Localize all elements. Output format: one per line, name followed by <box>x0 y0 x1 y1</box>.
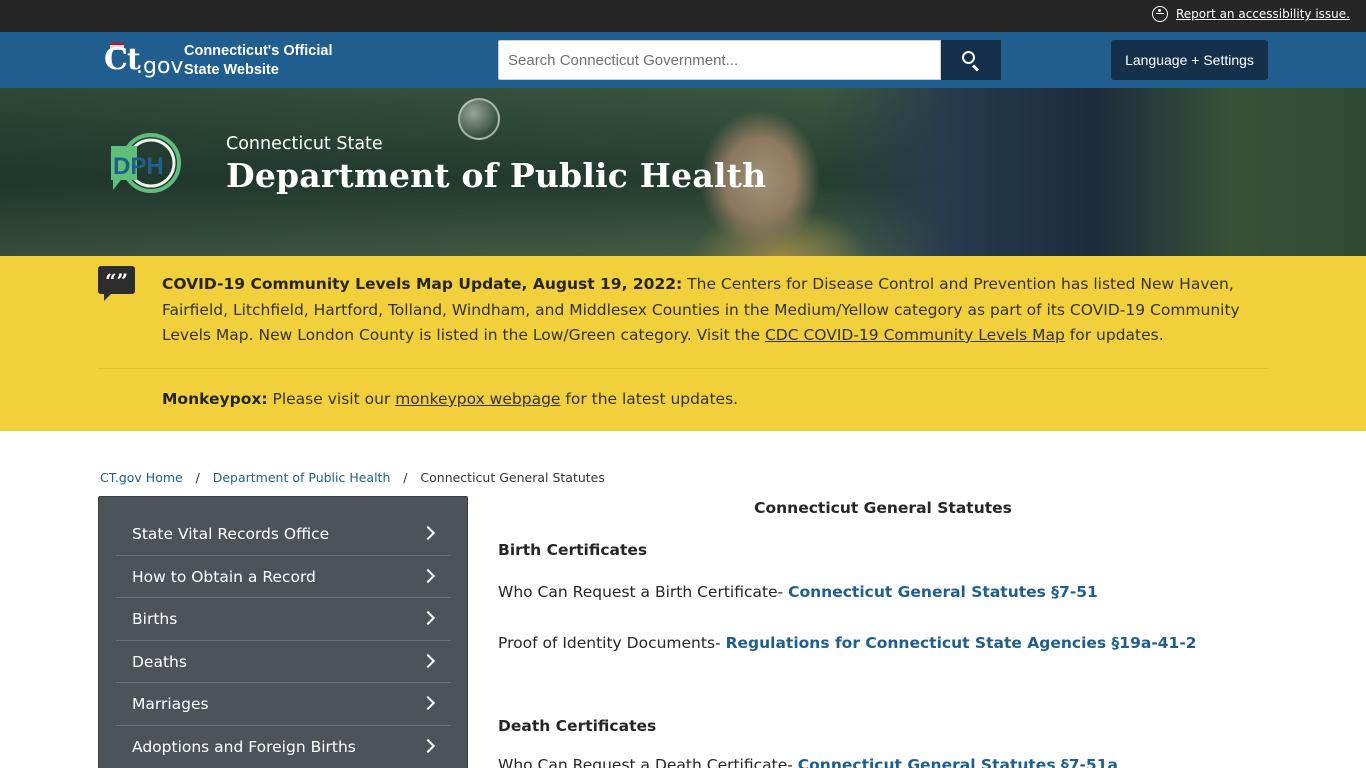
site-name-line2: State Website <box>184 62 279 78</box>
hero-banner: DPH Connecticut State Department of Publ… <box>0 88 1366 256</box>
site-name-line1: Connecticut's Official <box>184 43 333 59</box>
quote-icon: “” <box>98 266 135 301</box>
statute-7-51a-link[interactable]: Connecticut General Statutes §7-51a <box>798 756 1118 768</box>
monkeypox-label: Monkeypox: <box>162 390 268 408</box>
accessibility-report-link[interactable]: Report an accessibility issue. <box>1151 6 1350 22</box>
breadcrumb-separator: / <box>403 470 408 485</box>
monkeypox-body: Please visit our <box>267 390 396 408</box>
sidebar-item-label: Adoptions and Foreign Births <box>132 737 356 756</box>
site-name[interactable]: Connecticut's Official State Website <box>184 42 332 80</box>
sidebar-item-label: State Vital Records Office <box>132 525 330 543</box>
sidebar-list: State Vital Records Office How to Obtain… <box>116 513 451 768</box>
sidebar-item-deaths[interactable]: Deaths <box>116 641 451 684</box>
monkeypox-alert: Monkeypox: Please visit our monkeypox we… <box>162 390 738 408</box>
utility-bar: Report an accessibility issue. <box>0 0 1366 32</box>
monkeypox-webpage-link[interactable]: monkeypox webpage <box>395 390 560 408</box>
page-title: Connecticut General Statutes <box>754 499 1012 517</box>
chevron-right-icon <box>420 738 436 754</box>
regulation-19a-41-2-link[interactable]: Regulations for Connecticut State Agenci… <box>726 634 1197 652</box>
alert-banner: “” COVID-19 Community Levels Map Update,… <box>0 256 1366 431</box>
breadcrumb-department-link[interactable]: Department of Public Health <box>213 470 391 485</box>
death-request-line: Who Can Request a Death Certificate- Con… <box>498 756 1118 768</box>
covid-alert-headline: COVID-19 Community Levels Map Update, Au… <box>162 275 683 293</box>
accessibility-icon <box>1151 6 1168 22</box>
accessibility-link-label: Report an accessibility issue. <box>1175 7 1350 21</box>
death-request-text: Who Can Request a Death Certificate- <box>498 756 798 768</box>
sidebar-item-label: How to Obtain a Record <box>132 567 316 586</box>
breadcrumb-separator: / <box>195 470 200 485</box>
birth-request-text: Who Can Request a Birth Certificate- <box>498 583 789 601</box>
covid-alert: COVID-19 Community Levels Map Update, Au… <box>162 272 1266 349</box>
sidebar-item-adoptions-and-foreign-births[interactable]: Adoptions and Foreign Births <box>116 726 451 768</box>
chevron-right-icon <box>420 696 436 711</box>
sidebar-item-state-vital-records-office[interactable]: State Vital Records Office <box>116 513 451 556</box>
sidebar-item-label: Births <box>132 610 178 629</box>
search-input[interactable] <box>498 40 941 80</box>
hero-title[interactable]: Department of Public Health <box>226 156 766 195</box>
ct-gov-logo[interactable]: Ct .gov <box>104 40 183 80</box>
site-header: Ct .gov Connecticut's Official State Web… <box>0 32 1366 88</box>
sidebar-nav: State Vital Records Office How to Obtain… <box>98 496 468 768</box>
breadcrumb-home-link[interactable]: CT.gov Home <box>100 470 183 485</box>
logo-ct-text: Ct <box>104 42 141 77</box>
sidebar-item-marriages[interactable]: Marriages <box>116 683 451 726</box>
identity-documents-text: Proof of Identity Documents- <box>498 634 726 652</box>
birth-certificates-heading: Birth Certificates <box>498 541 648 559</box>
breadcrumb-current: Connecticut General Statutes <box>420 470 605 485</box>
sidebar-item-label: Deaths <box>132 652 187 671</box>
sidebar-item-how-to-obtain-a-record[interactable]: How to Obtain a Record <box>116 556 451 599</box>
language-settings-button[interactable]: Language + Settings <box>1111 40 1268 80</box>
search-icon <box>962 51 975 64</box>
alert-divider <box>98 368 1268 369</box>
covid-alert-tail: for updates. <box>1064 326 1164 344</box>
search-button[interactable] <box>941 40 1001 80</box>
birth-request-line: Who Can Request a Birth Certificate- Con… <box>498 583 1098 601</box>
hero-subtitle: Connecticut State <box>226 134 383 154</box>
monkeypox-tail: for the latest updates. <box>560 390 739 408</box>
sidebar-item-births[interactable]: Births <box>116 598 451 641</box>
cdc-levels-map-link[interactable]: CDC COVID-19 Community Levels Map <box>765 326 1065 344</box>
chevron-right-icon <box>420 525 436 541</box>
dph-logo-icon[interactable]: DPH <box>107 132 185 198</box>
identity-documents-line: Proof of Identity Documents- Regulations… <box>498 634 1197 652</box>
bubble-decoration <box>458 98 500 140</box>
statute-7-51-link[interactable]: Connecticut General Statutes §7-51 <box>788 583 1098 601</box>
chevron-right-icon <box>420 568 436 583</box>
dph-logo-text: DPH <box>113 153 164 180</box>
chevron-right-icon <box>420 653 436 668</box>
logo-gov-text: .gov <box>136 54 184 79</box>
chevron-right-icon <box>420 611 436 626</box>
breadcrumb: CT.gov Home / Department of Public Healt… <box>100 470 605 485</box>
sidebar-item-label: Marriages <box>132 695 209 714</box>
death-certificates-heading: Death Certificates <box>498 717 657 735</box>
